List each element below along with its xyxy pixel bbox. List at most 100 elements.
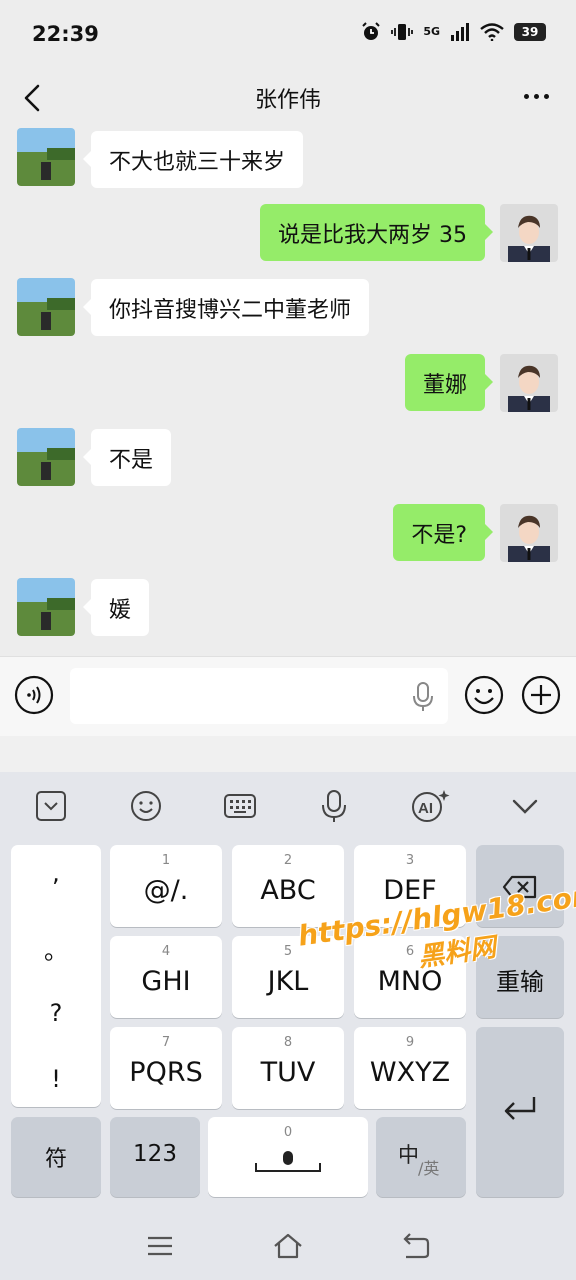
keyboard-voice-button[interactable] bbox=[316, 788, 352, 824]
message-row: 说是比我大两岁 35 bbox=[0, 204, 576, 264]
key-label: WXYZ bbox=[369, 1057, 451, 1088]
keyboard: , 。 ? ! 1 @/. 2 ABC 3 DEF 4 GHI 5 JKL 6 MNO 重输… bbox=[0, 840, 576, 1210]
keyboard-toolbar: AI bbox=[0, 772, 576, 840]
key-label: @/. bbox=[143, 875, 189, 906]
my-avatar[interactable] bbox=[500, 354, 558, 412]
lang-sub-label: /英 bbox=[418, 1159, 440, 1178]
network-type-label: 5G bbox=[423, 25, 440, 38]
return-arrow-icon bbox=[504, 1097, 536, 1120]
contact-avatar[interactable] bbox=[17, 128, 75, 186]
home-icon bbox=[274, 1233, 302, 1259]
backspace-icon bbox=[502, 875, 537, 899]
key-number: 2 bbox=[283, 853, 293, 868]
message-row: 媛 bbox=[0, 578, 576, 638]
keyboard-ai-button[interactable]: AI bbox=[410, 788, 452, 824]
punct-key[interactable]: 。 bbox=[11, 931, 101, 966]
keyboard-layout-button[interactable] bbox=[222, 788, 258, 824]
keyboard-hide-button[interactable] bbox=[507, 788, 543, 824]
lang-main-label: 中 bbox=[398, 1143, 419, 1167]
space-key[interactable]: 0 bbox=[208, 1117, 368, 1197]
key-9[interactable]: 9 WXYZ bbox=[354, 1027, 466, 1109]
battery-indicator: 39 bbox=[514, 23, 546, 41]
contact-avatar[interactable] bbox=[17, 578, 75, 636]
chevron-down-icon bbox=[512, 799, 538, 814]
alarm-icon bbox=[362, 22, 381, 40]
key-8[interactable]: 8 TUV bbox=[232, 1027, 344, 1109]
punctuation-column[interactable]: , 。 ? ! bbox=[11, 845, 101, 1107]
key-7[interactable]: 7 PQRS bbox=[110, 1027, 222, 1109]
key-1[interactable]: 1 @/. bbox=[110, 845, 222, 927]
back-nav-button[interactable] bbox=[400, 1230, 432, 1262]
message-bubble-received[interactable]: 媛 bbox=[82, 579, 150, 636]
message-bubble-sent[interactable]: 说是比我大两岁 35 bbox=[260, 204, 493, 261]
key-5[interactable]: 5 JKL bbox=[232, 936, 344, 1018]
key-number: 5 bbox=[283, 944, 293, 959]
key-6[interactable]: 6 MNO bbox=[354, 936, 466, 1018]
punct-key[interactable]: , bbox=[11, 859, 101, 887]
space-mic-icon bbox=[255, 1151, 321, 1172]
message-bubble-received[interactable]: 你抖音搜博兴二中董老师 bbox=[82, 279, 370, 336]
message-row: 你抖音搜博兴二中董老师 bbox=[0, 278, 576, 338]
my-avatar[interactable] bbox=[500, 204, 558, 262]
svg-text:AI: AI bbox=[418, 800, 433, 817]
vibrate-icon bbox=[391, 24, 414, 40]
status-bar: 22:39 5G 39 bbox=[0, 0, 576, 70]
reenter-key[interactable]: 重输 bbox=[476, 936, 564, 1018]
message-input-bar bbox=[0, 656, 576, 736]
key-label: MNO bbox=[377, 966, 443, 997]
menu-lines-icon bbox=[148, 1236, 172, 1256]
key-3[interactable]: 3 DEF bbox=[354, 845, 466, 927]
message-row: 不是? bbox=[0, 504, 576, 564]
enter-key[interactable] bbox=[476, 1027, 564, 1197]
keyboard-gap bbox=[0, 736, 576, 772]
microphone-icon bbox=[322, 790, 346, 822]
key-4[interactable]: 4 GHI bbox=[110, 936, 222, 1018]
key-2[interactable]: 2 ABC bbox=[232, 845, 344, 927]
message-bubble-received[interactable]: 不是 bbox=[82, 429, 172, 486]
number-mode-key[interactable]: 123 bbox=[110, 1117, 200, 1197]
my-avatar[interactable] bbox=[500, 504, 558, 562]
smiley-icon bbox=[131, 791, 161, 821]
emoji-button[interactable] bbox=[463, 674, 505, 716]
message-bubble-sent[interactable]: 董娜 bbox=[404, 354, 494, 411]
keyboard-emoji-button[interactable] bbox=[128, 788, 164, 824]
home-button[interactable] bbox=[272, 1230, 304, 1262]
contact-avatar[interactable] bbox=[17, 278, 75, 336]
more-options-button[interactable] bbox=[520, 82, 552, 110]
key-number: 7 bbox=[161, 1035, 171, 1050]
language-switch-key[interactable]: 中 /英 bbox=[376, 1117, 466, 1197]
recent-apps-button[interactable] bbox=[144, 1230, 176, 1262]
message-row: 不大也就三十来岁 bbox=[0, 128, 576, 188]
status-icons: 5G 39 bbox=[361, 22, 546, 42]
key-label: ABC bbox=[260, 875, 316, 906]
more-functions-button[interactable] bbox=[520, 674, 562, 716]
message-row: 不是 bbox=[0, 428, 576, 488]
key-label: 重输 bbox=[496, 968, 544, 996]
punct-key[interactable]: ? bbox=[11, 999, 101, 1027]
symbol-key[interactable]: 符 bbox=[11, 1117, 101, 1197]
contact-avatar[interactable] bbox=[17, 428, 75, 486]
microphone-icon bbox=[413, 682, 433, 711]
key-number: 1 bbox=[161, 853, 171, 868]
key-number: 8 bbox=[283, 1035, 293, 1050]
message-bubble-sent[interactable]: 不是? bbox=[393, 504, 493, 561]
message-input[interactable] bbox=[70, 668, 448, 724]
message-bubble-received[interactable]: 不大也就三十来岁 bbox=[82, 131, 304, 188]
key-number: 9 bbox=[405, 1035, 415, 1050]
voice-input-button[interactable] bbox=[412, 681, 434, 713]
keyboard-icon bbox=[224, 794, 256, 818]
punct-key[interactable]: ! bbox=[11, 1065, 101, 1093]
key-label: GHI bbox=[141, 966, 191, 997]
message-row: 董娜 bbox=[0, 354, 576, 414]
keyboard-collapse-button[interactable] bbox=[33, 788, 69, 824]
voice-mode-button[interactable] bbox=[14, 675, 54, 715]
voice-wave-icon bbox=[14, 675, 54, 715]
key-label: 123 bbox=[133, 1141, 177, 1167]
wifi-icon bbox=[480, 23, 504, 41]
ai-sparkle-icon: AI bbox=[412, 790, 450, 822]
backspace-key[interactable] bbox=[476, 845, 564, 927]
key-number: 6 bbox=[405, 944, 415, 959]
smiley-icon bbox=[464, 675, 504, 715]
chat-header: 张作伟 bbox=[0, 70, 576, 126]
chat-message-list[interactable]: 不大也就三十来岁 说是比我大两岁 35 你抖音搜博兴二中董老师 董娜 不是 不是… bbox=[0, 126, 576, 656]
